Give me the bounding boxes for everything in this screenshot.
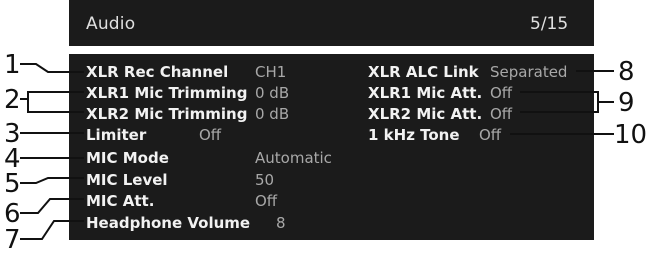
value-mic-mode: Automatic xyxy=(255,149,332,167)
menu-item-xlr1-mic-trimming[interactable]: XLR1 Mic Trimming xyxy=(86,84,247,102)
callout-6: 6 xyxy=(4,199,21,229)
menu-item-xlr-alc-link[interactable]: XLR ALC Link xyxy=(368,63,479,81)
value-headphone-volume: 8 xyxy=(276,214,286,232)
value-xlr2-mic-trimming: 0 dB xyxy=(255,105,290,123)
callout-7: 7 xyxy=(4,225,21,255)
value-mic-att: Off xyxy=(255,192,278,210)
menu-item-mic-att[interactable]: MIC Att. xyxy=(86,192,154,210)
callout-2: 2 xyxy=(4,85,21,115)
menu-title: Audio xyxy=(86,14,136,34)
callout-5: 5 xyxy=(4,169,21,199)
page-indicator: 5/15 xyxy=(530,14,569,34)
value-xlr-alc-link: Separated xyxy=(490,63,568,81)
menu-item-headphone-volume[interactable]: Headphone Volume xyxy=(86,214,250,232)
menu-item-1khz-tone[interactable]: 1 kHz Tone xyxy=(368,126,460,144)
callout-9: 9 xyxy=(618,88,635,118)
menu-item-xlr2-mic-att[interactable]: XLR2 Mic Att. xyxy=(368,105,482,123)
menu-item-xlr2-mic-trimming[interactable]: XLR2 Mic Trimming xyxy=(86,105,247,123)
value-xlr1-mic-att: Off xyxy=(490,84,513,102)
callout-1: 1 xyxy=(4,50,21,80)
menu-item-mic-mode[interactable]: MIC Mode xyxy=(86,149,169,167)
header-divider xyxy=(69,46,594,54)
menu-item-limiter[interactable]: Limiter xyxy=(86,126,146,144)
value-xlr1-mic-trimming: 0 dB xyxy=(255,84,290,102)
callout-10: 10 xyxy=(614,120,648,150)
value-mic-level: 50 xyxy=(255,171,275,189)
value-xlr2-mic-att: Off xyxy=(490,105,513,123)
menu-item-xlr1-mic-att[interactable]: XLR1 Mic Att. xyxy=(368,84,482,102)
menu-item-xlr-rec-channel[interactable]: XLR Rec Channel xyxy=(86,63,228,81)
value-1khz-tone: Off xyxy=(479,126,502,144)
callout-8: 8 xyxy=(618,57,635,87)
value-xlr-rec-channel: CH1 xyxy=(255,63,287,81)
menu-item-mic-level[interactable]: MIC Level xyxy=(86,171,168,189)
value-limiter: Off xyxy=(199,126,222,144)
